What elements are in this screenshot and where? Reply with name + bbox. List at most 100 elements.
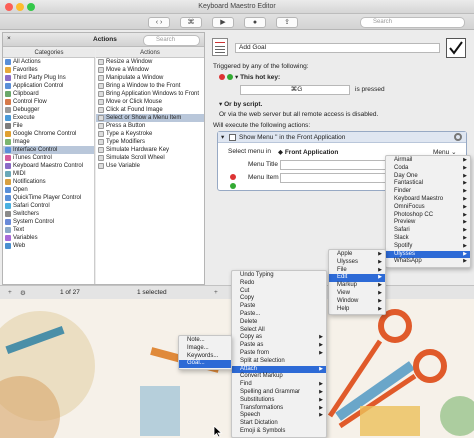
edit-menu-item[interactable]: Paste... <box>232 311 326 319</box>
app-menu-item[interactable]: Finder ▶ <box>386 188 470 196</box>
ulysses-menu-item[interactable]: File ▶ <box>329 267 385 275</box>
action-item[interactable]: Press a Button <box>96 122 204 130</box>
ulysses-menu-item[interactable]: Window ▶ <box>329 298 385 306</box>
ulysses-menu-item[interactable]: Ulysses ▶ <box>329 259 385 267</box>
attach-menu-item[interactable]: Goal... <box>179 360 231 369</box>
app-menu-item[interactable]: WhatsApp ▶ <box>386 258 470 266</box>
edit-menu-item[interactable]: Start Dictation <box>232 420 326 428</box>
category-item[interactable]: Google Chrome Control <box>3 130 94 138</box>
ulysses-menu-item[interactable]: Apple ▶ <box>329 251 385 259</box>
action-item[interactable]: Use Variable <box>96 162 204 170</box>
run-icon[interactable]: ▶ <box>212 17 234 28</box>
category-item[interactable]: Execute <box>3 114 94 122</box>
action-item[interactable]: Select or Show a Menu Item <box>96 114 204 122</box>
hotkey-state-dropdown[interactable]: is pressed <box>355 86 385 93</box>
action-item[interactable]: Bring Application Windows to Front <box>96 90 204 98</box>
add-menu-item-button[interactable] <box>230 183 236 189</box>
edit-menu-item[interactable]: Undo Typing <box>232 272 326 280</box>
action-item[interactable]: Type Modifiers <box>96 138 204 146</box>
disclosure-triangle-icon[interactable]: ▾ <box>221 133 224 141</box>
menu-title-field[interactable] <box>280 160 390 170</box>
edit-menu-item[interactable]: Spelling and Grammar ▶ <box>232 389 326 397</box>
edit-menu-item[interactable]: Split at Selection <box>232 358 326 366</box>
add-macro-button[interactable]: + <box>214 289 218 296</box>
menu-item-field[interactable] <box>280 173 390 183</box>
ulysses-menu-item[interactable]: Markup ▶ <box>329 282 385 290</box>
category-item[interactable]: Variables <box>3 234 94 242</box>
back-button[interactable]: ‹ › <box>148 17 170 28</box>
action-item[interactable]: Resize a Window <box>96 58 204 66</box>
share-icon[interactable]: ⇪ <box>276 17 298 28</box>
app-menu-item[interactable]: Safari ▶ <box>386 227 470 235</box>
action-item[interactable]: Manipulate a Window <box>96 74 204 82</box>
category-item[interactable]: All Actions <box>3 58 94 66</box>
category-item[interactable]: Third Party Plug Ins <box>3 74 94 82</box>
category-item[interactable]: Keyboard Maestro Control <box>3 162 94 170</box>
palette-search-input[interactable]: Search <box>143 35 200 46</box>
action-item[interactable]: Simulate Hardware Key <box>96 146 204 154</box>
edit-menu-item[interactable]: Emoji & Symbols <box>232 428 326 436</box>
app-menu-item[interactable]: Airmail ▶ <box>386 157 470 165</box>
remove-trigger-button[interactable] <box>219 74 225 80</box>
app-menu-item[interactable]: Day One ▶ <box>386 173 470 181</box>
app-menu-item[interactable]: Coda ▶ <box>386 165 470 173</box>
edit-menu-item[interactable]: Paste <box>232 303 326 311</box>
add-trigger-button[interactable] <box>227 74 233 80</box>
editor-search-input[interactable]: Search <box>360 17 465 28</box>
ulysses-menu-item[interactable]: Help ▶ <box>329 306 385 314</box>
app-menu-item[interactable]: Preview ▶ <box>386 219 470 227</box>
category-item[interactable]: Open <box>3 186 94 194</box>
add-group-button[interactable]: + <box>8 289 12 296</box>
category-item[interactable]: File <box>3 122 94 130</box>
category-item[interactable]: Switchers <box>3 210 94 218</box>
category-item[interactable]: iTunes Control <box>3 154 94 162</box>
action-item[interactable]: Click at Found Image <box>96 106 204 114</box>
app-menu-item[interactable]: Spotify ▶ <box>386 243 470 251</box>
category-item[interactable]: Application Control <box>3 82 94 90</box>
category-item[interactable]: Control Flow <box>3 98 94 106</box>
category-item[interactable]: Clipboard <box>3 90 94 98</box>
edit-menu-item[interactable]: Attach ▶ <box>232 365 326 374</box>
action-item[interactable]: Move or Click Mouse <box>96 98 204 106</box>
category-item[interactable]: Image <box>3 138 94 146</box>
edit-menu-item[interactable]: Transformations ▶ <box>232 405 326 413</box>
category-item[interactable]: Favorites <box>3 66 94 74</box>
settings-gear-icon[interactable]: ⚙ <box>20 289 26 297</box>
category-item[interactable]: Text <box>3 226 94 234</box>
ulysses-menu-item[interactable]: View ▶ <box>329 290 385 298</box>
edit-menu-item[interactable]: Delete <box>232 319 326 327</box>
category-item[interactable]: Debugger <box>3 106 94 114</box>
command-icon[interactable]: ⌘ <box>180 17 202 28</box>
app-menu-item[interactable]: Slack ▶ <box>386 235 470 243</box>
edit-menu-item[interactable]: Paste from ▶ <box>232 350 326 358</box>
front-app-dropdown[interactable]: ◆ Front Application <box>278 148 338 156</box>
action-item[interactable]: Move a Window <box>96 66 204 74</box>
category-item[interactable]: System Control <box>3 218 94 226</box>
edit-menu-item[interactable]: Redo <box>232 280 326 288</box>
edit-menu-item[interactable]: Copy <box>232 295 326 303</box>
category-item[interactable]: Safari Control <box>3 202 94 210</box>
macro-name-field[interactable]: Add Goal <box>235 43 440 53</box>
remove-menu-item-button[interactable] <box>230 174 236 180</box>
edit-menu-item[interactable]: Paste as ▶ <box>232 342 326 350</box>
app-menu-item[interactable]: Keyboard Maestro ▶ <box>386 196 470 204</box>
category-item[interactable]: Interface Control <box>3 146 94 154</box>
macro-enabled-checkbox[interactable] <box>446 38 466 58</box>
close-palette-icon[interactable]: × <box>7 35 11 42</box>
app-menu-item[interactable]: Fantastical ▶ <box>386 180 470 188</box>
edit-menu-item[interactable]: Convert Markup <box>232 373 326 381</box>
category-item[interactable]: Notifications <box>3 178 94 186</box>
attach-menu-item[interactable]: Keywords... <box>179 353 231 361</box>
gear-icon[interactable] <box>454 133 462 141</box>
hotkey-field[interactable]: ⌘G <box>240 85 350 95</box>
edit-menu-item[interactable]: Speech ▶ <box>232 412 326 420</box>
app-menu-item[interactable]: Photoshop CC ▶ <box>386 212 470 220</box>
app-menu-item[interactable]: OmniFocus ▶ <box>386 204 470 212</box>
attach-menu-item[interactable]: Note... <box>179 337 231 345</box>
category-item[interactable]: Web <box>3 242 94 250</box>
edit-menu-item[interactable]: Substitutions ▶ <box>232 397 326 405</box>
app-menu-item[interactable]: Ulysses ▶ <box>386 250 470 259</box>
edit-menu-item[interactable]: Find ▶ <box>232 381 326 389</box>
ulysses-menu-item[interactable]: Edit ▶ <box>329 274 385 283</box>
edit-menu-item[interactable]: Cut <box>232 288 326 296</box>
